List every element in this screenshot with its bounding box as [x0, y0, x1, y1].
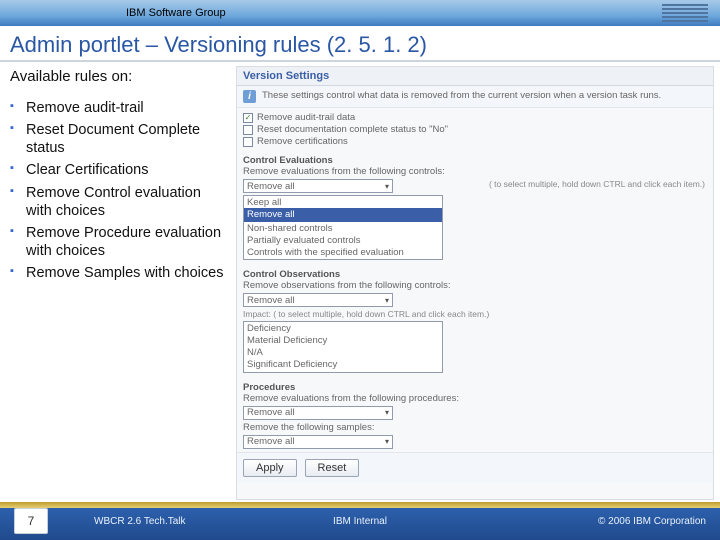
- checkbox-reset-docstatus[interactable]: Reset documentation complete status to "…: [243, 124, 707, 135]
- multiselect-hint: ( to select multiple, hold down CTRL and…: [489, 179, 705, 189]
- control-eval-heading: Control Evaluations: [243, 155, 707, 166]
- control-obs-heading: Control Observations: [243, 269, 707, 280]
- info-icon: i: [243, 90, 256, 103]
- list-item: Remove audit-trail: [10, 99, 226, 117]
- checkbox-label: Remove certifications: [257, 136, 348, 147]
- left-heading: Available rules on:: [10, 68, 226, 85]
- checkbox-label: Remove audit-trail data: [257, 112, 355, 123]
- list-item: Remove Samples with choices: [10, 264, 226, 282]
- slide-footer: 7 WBCR 2.6 Tech.Talk IBM Internal © 2006…: [0, 502, 720, 540]
- button-row: Apply Reset: [237, 452, 713, 483]
- checkbox-label: Reset documentation complete status to "…: [257, 124, 448, 135]
- footer-right-text: © 2006 IBM Corporation: [598, 516, 706, 527]
- control-eval-select[interactable]: Remove all▾: [243, 179, 393, 193]
- rules-list: Remove audit-trail Reset Document Comple…: [10, 99, 226, 282]
- top-banner: IBM Software Group: [0, 0, 720, 26]
- apply-button[interactable]: Apply: [243, 459, 297, 477]
- software-group-label: IBM Software Group: [126, 7, 226, 19]
- list-item: Clear Certifications: [10, 161, 226, 179]
- chevron-down-icon: ▾: [385, 296, 389, 305]
- chevron-down-icon: ▾: [385, 182, 389, 191]
- control-obs-select[interactable]: Remove all▾: [243, 293, 393, 307]
- control-obs-subhead: Remove observations from the following c…: [243, 280, 707, 291]
- impact-listbox[interactable]: Deficiency Material Deficiency N/A Signi…: [243, 321, 443, 373]
- footer-left-text: WBCR 2.6 Tech.Talk: [94, 516, 186, 527]
- checkbox-remove-audit[interactable]: Remove audit-trail data: [243, 112, 707, 123]
- left-column: Available rules on: Remove audit-trail R…: [0, 62, 236, 500]
- control-eval-listbox[interactable]: Keep all Remove all Non-shared controls …: [243, 195, 443, 260]
- procedures-select[interactable]: Remove all▾: [243, 406, 393, 420]
- chevron-down-icon: ▾: [385, 408, 389, 417]
- info-bar: i These settings control what data is re…: [237, 86, 713, 108]
- slide-body: Available rules on: Remove audit-trail R…: [0, 62, 720, 500]
- impact-label: Impact: ( to select multiple, hold down …: [243, 309, 707, 319]
- checkbox-remove-cert[interactable]: Remove certifications: [243, 136, 707, 147]
- panel-title: Version Settings: [237, 67, 713, 86]
- footer-center-text: IBM Internal: [333, 516, 387, 527]
- list-item: Reset Document Complete status: [10, 121, 226, 157]
- chevron-down-icon: ▾: [385, 437, 389, 446]
- list-item: Remove Control evaluation with choices: [10, 184, 226, 220]
- footer-accent-strip: [0, 502, 720, 508]
- slide-title: Admin portlet – Versioning rules (2. 5. …: [0, 26, 720, 62]
- embedded-screenshot: Version Settings i These settings contro…: [236, 66, 714, 500]
- samples-label: Remove the following samples:: [243, 422, 707, 433]
- ibm-logo: [662, 4, 708, 22]
- info-text: These settings control what data is remo…: [262, 90, 661, 101]
- list-item: Remove Procedure evaluation with choices: [10, 224, 226, 260]
- reset-button[interactable]: Reset: [305, 459, 360, 477]
- page-number: 7: [14, 508, 48, 534]
- control-eval-subhead: Remove evaluations from the following co…: [243, 166, 707, 177]
- procedures-subhead: Remove evaluations from the following pr…: [243, 393, 707, 404]
- procedures-heading: Procedures: [243, 382, 707, 393]
- samples-select[interactable]: Remove all▾: [243, 435, 393, 449]
